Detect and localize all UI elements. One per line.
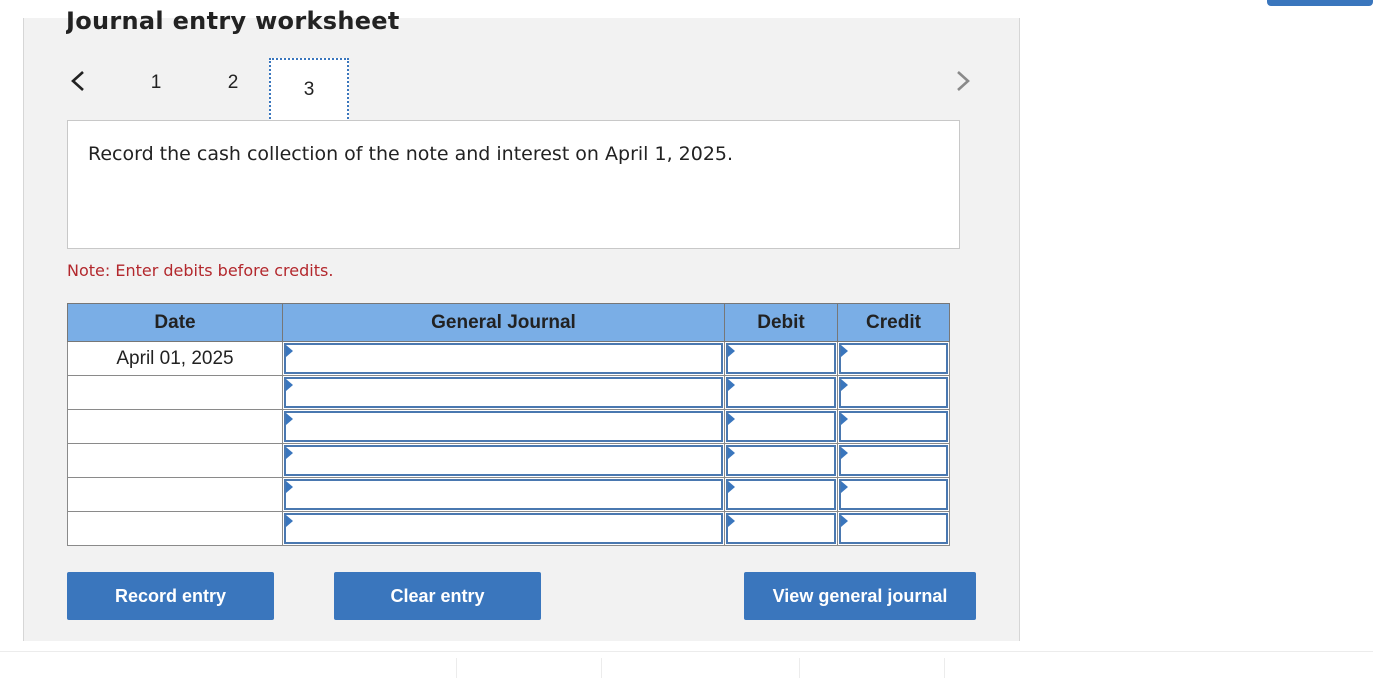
triangle-right-icon — [841, 379, 848, 391]
step-1[interactable]: 1 — [146, 70, 166, 96]
account-input[interactable] — [284, 343, 723, 374]
triangle-right-icon — [728, 413, 735, 425]
debit-cell[interactable] — [724, 443, 838, 478]
bottom-divider — [0, 651, 1373, 652]
debit-cell[interactable] — [724, 409, 838, 444]
header-credit: Credit — [837, 303, 950, 342]
triangle-right-icon — [841, 413, 848, 425]
footer-divider — [601, 658, 602, 678]
table-row — [67, 375, 950, 410]
triangle-right-icon — [841, 481, 848, 493]
debit-input[interactable] — [726, 513, 836, 544]
account-input[interactable] — [284, 513, 723, 544]
date-cell — [67, 409, 283, 444]
journal-table: Date General Journal Debit Credit April … — [67, 303, 950, 546]
account-cell[interactable] — [282, 375, 725, 410]
triangle-right-icon — [286, 413, 293, 425]
chevron-right-icon — [957, 71, 970, 91]
triangle-right-icon — [286, 379, 293, 391]
date-cell — [67, 375, 283, 410]
debit-input[interactable] — [726, 411, 836, 442]
debit-input[interactable] — [726, 479, 836, 510]
date-cell — [67, 477, 283, 512]
triangle-right-icon — [841, 345, 848, 357]
triangle-right-icon — [728, 447, 735, 459]
footer-divider — [799, 658, 800, 678]
debit-cell[interactable] — [724, 511, 838, 546]
triangle-right-icon — [286, 481, 293, 493]
account-input[interactable] — [284, 479, 723, 510]
triangle-right-icon — [286, 447, 293, 459]
credit-input[interactable] — [839, 377, 948, 408]
step-3-active[interactable]: 3 — [269, 58, 349, 122]
triangle-right-icon — [728, 481, 735, 493]
credit-cell[interactable] — [837, 341, 950, 376]
triangle-right-icon — [286, 515, 293, 527]
header-general-journal: General Journal — [282, 303, 725, 342]
account-cell[interactable] — [282, 409, 725, 444]
table-row — [67, 511, 950, 546]
triangle-right-icon — [728, 379, 735, 391]
record-entry-button[interactable]: Record entry — [67, 572, 274, 620]
page-title: Journal entry worksheet — [66, 7, 400, 35]
credit-input[interactable] — [839, 445, 948, 476]
account-input[interactable] — [284, 411, 723, 442]
table-row: April 01, 2025 — [67, 341, 950, 376]
credit-input[interactable] — [839, 513, 948, 544]
step-2[interactable]: 2 — [223, 70, 243, 96]
header-date: Date — [67, 303, 283, 342]
date-cell — [67, 511, 283, 546]
date-cell: April 01, 2025 — [67, 341, 283, 376]
credit-input[interactable] — [839, 343, 948, 374]
table-row — [67, 443, 950, 478]
note-text: Note: Enter debits before credits. — [67, 261, 334, 280]
step-3-label: 3 — [303, 79, 315, 100]
debit-cell[interactable] — [724, 341, 838, 376]
triangle-right-icon — [286, 345, 293, 357]
view-general-journal-button[interactable]: View general journal — [744, 572, 976, 620]
account-cell[interactable] — [282, 341, 725, 376]
account-input[interactable] — [284, 377, 723, 408]
debit-input[interactable] — [726, 343, 836, 374]
credit-cell[interactable] — [837, 477, 950, 512]
debit-input[interactable] — [726, 445, 836, 476]
credit-cell[interactable] — [837, 409, 950, 444]
triangle-right-icon — [728, 515, 735, 527]
credit-input[interactable] — [839, 479, 948, 510]
chevron-left-icon — [71, 71, 84, 91]
footer-divider — [944, 658, 945, 678]
next-step-button[interactable] — [948, 66, 978, 96]
title-area: Journal entry worksheet — [0, 0, 1373, 38]
triangle-right-icon — [728, 345, 735, 357]
account-cell[interactable] — [282, 511, 725, 546]
prev-step-button[interactable] — [63, 66, 93, 96]
credit-input[interactable] — [839, 411, 948, 442]
footer-divider — [456, 658, 457, 678]
header-debit: Debit — [724, 303, 838, 342]
credit-cell[interactable] — [837, 375, 950, 410]
prompt-text: Record the cash collection of the note a… — [88, 143, 734, 165]
triangle-right-icon — [841, 447, 848, 459]
debit-input[interactable] — [726, 377, 836, 408]
account-cell[interactable] — [282, 443, 725, 478]
debit-cell[interactable] — [724, 477, 838, 512]
table-header-row: Date General Journal Debit Credit — [67, 303, 950, 342]
credit-cell[interactable] — [837, 443, 950, 478]
debit-cell[interactable] — [724, 375, 838, 410]
table-row — [67, 477, 950, 512]
account-cell[interactable] — [282, 477, 725, 512]
credit-cell[interactable] — [837, 511, 950, 546]
account-input[interactable] — [284, 445, 723, 476]
table-row — [67, 409, 950, 444]
clear-entry-button[interactable]: Clear entry — [334, 572, 541, 620]
prompt-box: Record the cash collection of the note a… — [67, 120, 960, 249]
top-right-button[interactable] — [1267, 0, 1373, 6]
date-cell — [67, 443, 283, 478]
triangle-right-icon — [841, 515, 848, 527]
